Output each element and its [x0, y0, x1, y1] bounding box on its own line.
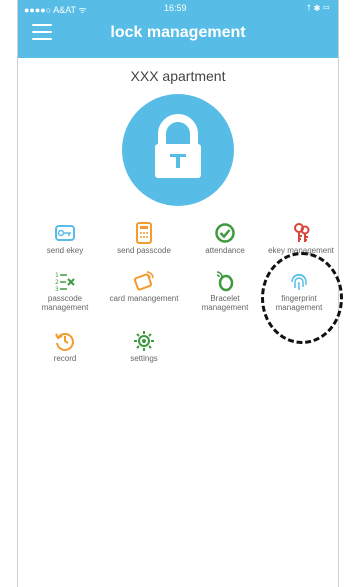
send-ekey-button[interactable]: send ekey	[30, 222, 100, 255]
record-label: record	[53, 354, 77, 363]
key-icon	[55, 225, 75, 241]
svg-text:2: 2	[55, 279, 59, 286]
settings-button[interactable]: settings	[109, 330, 179, 363]
card-icon	[133, 271, 154, 291]
card-management-button[interactable]: card manangement	[109, 270, 179, 303]
clock-text: 16:59	[164, 3, 187, 13]
keypad-icon	[136, 222, 152, 244]
highlight-ring	[261, 252, 343, 344]
svg-text:3: 3	[55, 286, 59, 292]
record-button[interactable]: record	[30, 330, 100, 363]
status-bar: ●●●●○ A&AT ᯤ 16:59 ⭡ ✱ ▭	[18, 0, 338, 15]
send-passcode-button[interactable]: send passcode	[109, 222, 179, 255]
battery-icon: ⭡ ✱ ▭	[306, 3, 330, 13]
padlock-icon	[155, 114, 201, 178]
apartment-name: XXX apartment	[130, 68, 226, 84]
bracelet-management-label: Bracelet management	[201, 294, 249, 312]
carrier-text: ●●●●○ A&AT ᯤ	[24, 5, 87, 15]
settings-label: settings	[130, 354, 158, 363]
attendance-button[interactable]: attendance	[190, 222, 260, 255]
history-icon	[55, 333, 74, 351]
send-ekey-label: send ekey	[46, 246, 84, 255]
ekey-management-button[interactable]: ekey management	[266, 222, 336, 255]
unlock-button[interactable]	[122, 94, 234, 206]
passcode-management-button[interactable]: 1 2 3 passcode management	[30, 270, 100, 312]
check-icon	[215, 223, 235, 243]
attendance-label: attendance	[205, 246, 245, 255]
passcode-management-label: passcode management	[41, 294, 89, 312]
bracelet-management-button[interactable]: Bracelet management	[190, 270, 260, 312]
app-header: ●●●●○ A&AT ᯤ 16:59 ⭡ ✱ ▭ lock management	[18, 0, 338, 58]
svg-text:1: 1	[55, 272, 59, 279]
send-passcode-label: send passcode	[117, 246, 171, 255]
phone-screen: ●●●●○ A&AT ᯤ 16:59 ⭡ ✱ ▭ lock management…	[17, 0, 343, 587]
list-icon: 1 2 3	[55, 272, 75, 292]
page-title: lock management	[110, 24, 246, 41]
keys-icon	[294, 223, 310, 242]
bracelet-icon	[216, 271, 234, 292]
gear-icon	[134, 331, 154, 351]
card-management-label: card manangement	[109, 294, 179, 303]
